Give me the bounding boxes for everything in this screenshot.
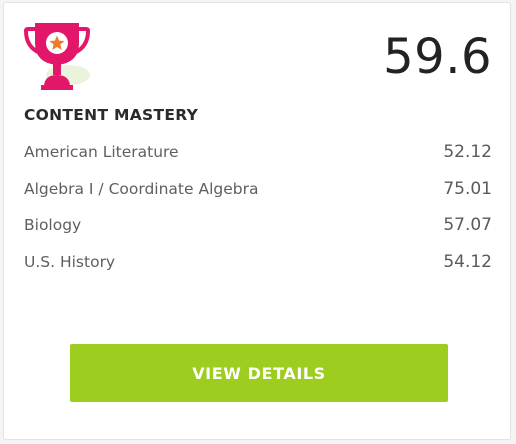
subject-score: 75.01 [443,178,492,199]
content-mastery-card: 59.6 CONTENT MASTERY American Literature… [3,2,511,440]
subject-label: U.S. History [24,252,116,271]
subject-score: 57.07 [443,215,492,235]
subject-row: American Literature 52.12 [24,142,492,179]
subject-score: 54.12 [443,251,492,272]
subject-list: American Literature 52.12 Algebra I / Co… [24,142,492,288]
subject-score: 52.12 [443,142,492,162]
card-title: CONTENT MASTERY [24,106,199,124]
trophy-icon [23,23,91,90]
view-details-button[interactable]: VIEW DETAILS [70,344,448,402]
mastery-score: 59.6 [383,29,492,85]
subject-label: Biology [24,216,82,234]
subject-label: Algebra I / Coordinate Algebra [24,179,259,198]
subject-row: Algebra I / Coordinate Algebra 75.01 [24,179,492,216]
subject-row: U.S. History 54.12 [24,252,492,289]
subject-row: Biology 57.07 [24,215,492,252]
subject-label: American Literature [24,143,179,161]
